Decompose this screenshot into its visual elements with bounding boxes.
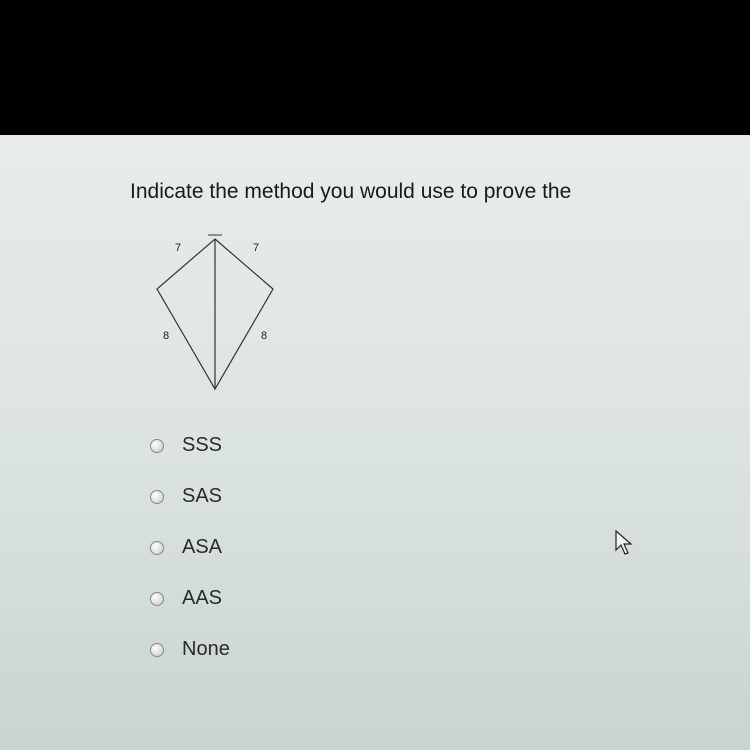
option-sas[interactable]: SAS xyxy=(150,485,715,508)
option-sss[interactable]: SSS xyxy=(150,434,715,457)
option-label: SAS xyxy=(182,485,222,508)
option-label: SSS xyxy=(182,434,222,457)
option-none[interactable]: None xyxy=(150,638,715,661)
question-panel: Indicate the method you would use to pro… xyxy=(0,135,750,750)
radio-icon[interactable] xyxy=(150,439,164,453)
kite-figure: 7 7 8 8 xyxy=(145,229,715,404)
radio-icon[interactable] xyxy=(150,490,164,504)
label-top-left: 7 xyxy=(175,242,181,254)
label-top-right: 7 xyxy=(253,242,259,254)
kite-svg: 7 7 8 8 xyxy=(145,229,295,399)
radio-icon[interactable] xyxy=(150,541,164,555)
options-group: SSS SAS ASA AAS None xyxy=(150,434,715,661)
label-bottom-right: 8 xyxy=(261,330,267,342)
radio-icon[interactable] xyxy=(150,592,164,606)
question-text: Indicate the method you would use to pro… xyxy=(130,180,715,204)
label-bottom-left: 8 xyxy=(163,330,169,342)
option-label: None xyxy=(182,638,230,661)
radio-icon[interactable] xyxy=(150,643,164,657)
option-label: ASA xyxy=(182,536,222,559)
option-label: AAS xyxy=(182,587,222,610)
option-aas[interactable]: AAS xyxy=(150,587,715,610)
option-asa[interactable]: ASA xyxy=(150,536,715,559)
